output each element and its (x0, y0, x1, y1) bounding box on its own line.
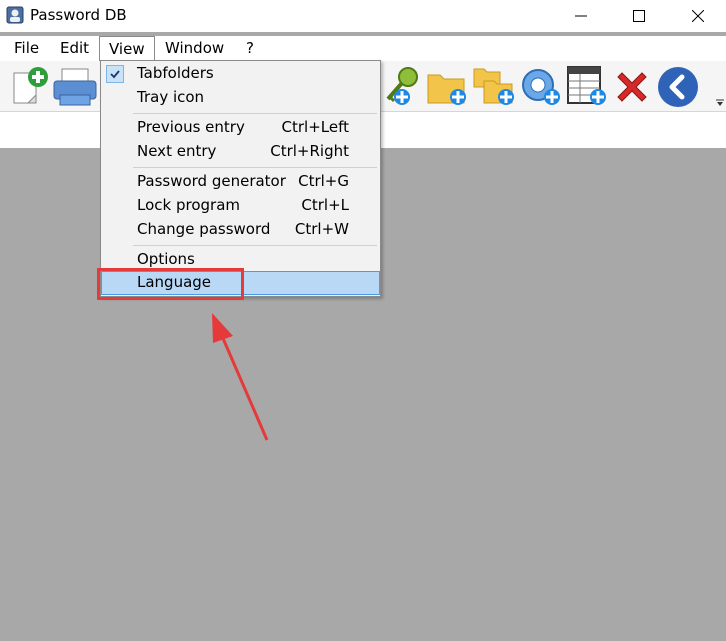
annotation-arrow-icon (212, 313, 269, 441)
